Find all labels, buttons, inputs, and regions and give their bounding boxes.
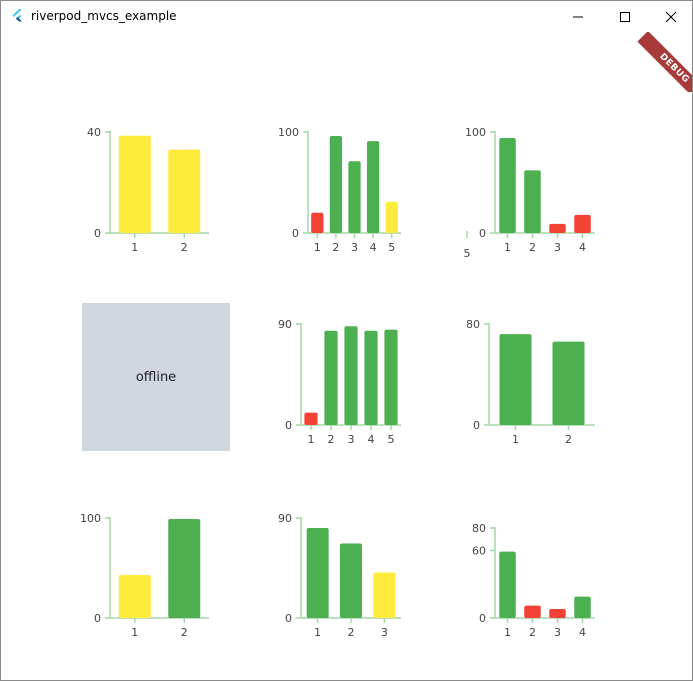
y-tick-label: 0	[479, 227, 486, 240]
bar	[574, 596, 591, 618]
bar	[329, 136, 343, 233]
offline-placeholder: offline	[82, 303, 230, 451]
x-tick-label: 4	[579, 626, 586, 639]
stray-tick-label: 5	[464, 247, 471, 260]
bar	[364, 330, 378, 425]
x-tick-label: 2	[332, 241, 339, 254]
flutter-logo-icon	[12, 9, 22, 22]
chart-grid: 0 40 1 2 0 100 1 2 3 4 5 0 100 1 2 3 4 5 offline 0 90 1 2 3 4 5 0 8…	[1, 32, 692, 680]
bar-chart-2: 0 100 1 2 3 4 5	[278, 126, 401, 254]
y-tick-label: 100	[465, 126, 486, 139]
y-tick-label: 0	[94, 612, 101, 625]
x-tick-label: 2	[181, 626, 188, 639]
bar	[324, 330, 338, 425]
bar	[524, 605, 541, 618]
x-tick-label: 1	[512, 433, 519, 446]
x-tick-label: 1	[308, 433, 315, 446]
bar	[118, 575, 151, 618]
x-tick-label: 1	[131, 241, 138, 254]
y-tick-label: 90	[278, 512, 292, 525]
bar	[574, 214, 591, 233]
bar	[499, 138, 516, 233]
bar-chart-5: 0 90 1 2 3 4 5	[278, 318, 401, 446]
x-tick-label: 5	[388, 433, 395, 446]
y-tick-label: 100	[80, 512, 101, 525]
bar	[366, 141, 380, 233]
offline-label: offline	[135, 369, 177, 385]
bar	[168, 519, 201, 618]
x-tick-label: 3	[381, 626, 388, 639]
y-tick-label: 60	[472, 545, 486, 558]
maximize-button[interactable]	[602, 1, 648, 32]
bar-chart-3: 0 100 1 2 3 4 5	[464, 126, 595, 260]
bar-chart-6: 0 80 1 2	[466, 318, 595, 446]
bar	[385, 201, 398, 233]
x-tick-label: 2	[529, 626, 536, 639]
y-tick-label: 0	[94, 227, 101, 240]
x-tick-label: 1	[504, 241, 511, 254]
bar	[344, 326, 358, 425]
x-tick-label: 3	[554, 626, 561, 639]
close-icon	[665, 11, 677, 22]
bar	[549, 609, 566, 618]
y-tick-label: 40	[87, 126, 101, 139]
bar	[524, 170, 541, 233]
bar	[311, 212, 324, 233]
y-tick-label: 0	[285, 612, 292, 625]
y-tick-label: 80	[466, 318, 480, 331]
x-tick-label: 5	[388, 241, 395, 254]
bar	[304, 412, 318, 425]
app-window: riverpod_mvcs_example DEBUG 0 40 1 2 0 100 1 2 3…	[0, 0, 693, 681]
maximize-icon	[620, 11, 630, 22]
bar	[373, 572, 396, 618]
bar-chart-7: 0 100 1 2	[80, 512, 209, 639]
y-tick-label: 90	[278, 318, 292, 331]
y-tick-label: 100	[278, 126, 299, 139]
x-tick-label: 2	[348, 626, 355, 639]
y-tick-label: 80	[472, 522, 486, 535]
window-title: riverpod_mvcs_example	[31, 9, 177, 23]
minimize-button[interactable]	[555, 1, 601, 32]
y-tick-label: 0	[473, 419, 480, 432]
bar	[552, 341, 585, 425]
x-tick-label: 1	[314, 626, 321, 639]
bar	[118, 135, 151, 233]
x-tick-label: 2	[181, 241, 188, 254]
x-tick-label: 1	[504, 626, 511, 639]
x-tick-label: 4	[579, 241, 586, 254]
x-tick-label: 2	[529, 241, 536, 254]
bar	[168, 149, 201, 233]
x-tick-label: 2	[565, 433, 572, 446]
bar	[499, 551, 516, 618]
x-tick-label: 3	[554, 241, 561, 254]
x-tick-label: 2	[328, 433, 335, 446]
bar-chart-1: 0 40 1 2	[87, 126, 209, 254]
x-tick-label: 1	[314, 241, 321, 254]
bar	[306, 528, 329, 618]
close-button[interactable]	[648, 1, 692, 32]
bar	[340, 543, 362, 618]
bar-chart-8: 0 90 1 2 3	[278, 512, 401, 639]
bar	[348, 161, 361, 233]
y-tick-label: 0	[292, 227, 299, 240]
bar	[499, 334, 532, 425]
y-tick-label: 0	[479, 612, 486, 625]
x-tick-label: 3	[348, 433, 355, 446]
x-tick-label: 3	[351, 241, 358, 254]
bar	[549, 223, 566, 233]
x-tick-label: 4	[368, 433, 375, 446]
x-tick-label: 4	[370, 241, 377, 254]
title-bar[interactable]: riverpod_mvcs_example	[1, 1, 692, 32]
bar-chart-9: 0 60 80 1 2 3 4	[472, 522, 595, 639]
y-tick-label: 0	[285, 419, 292, 432]
bar	[384, 329, 398, 425]
minimize-icon	[573, 16, 583, 17]
x-tick-label: 1	[131, 626, 138, 639]
